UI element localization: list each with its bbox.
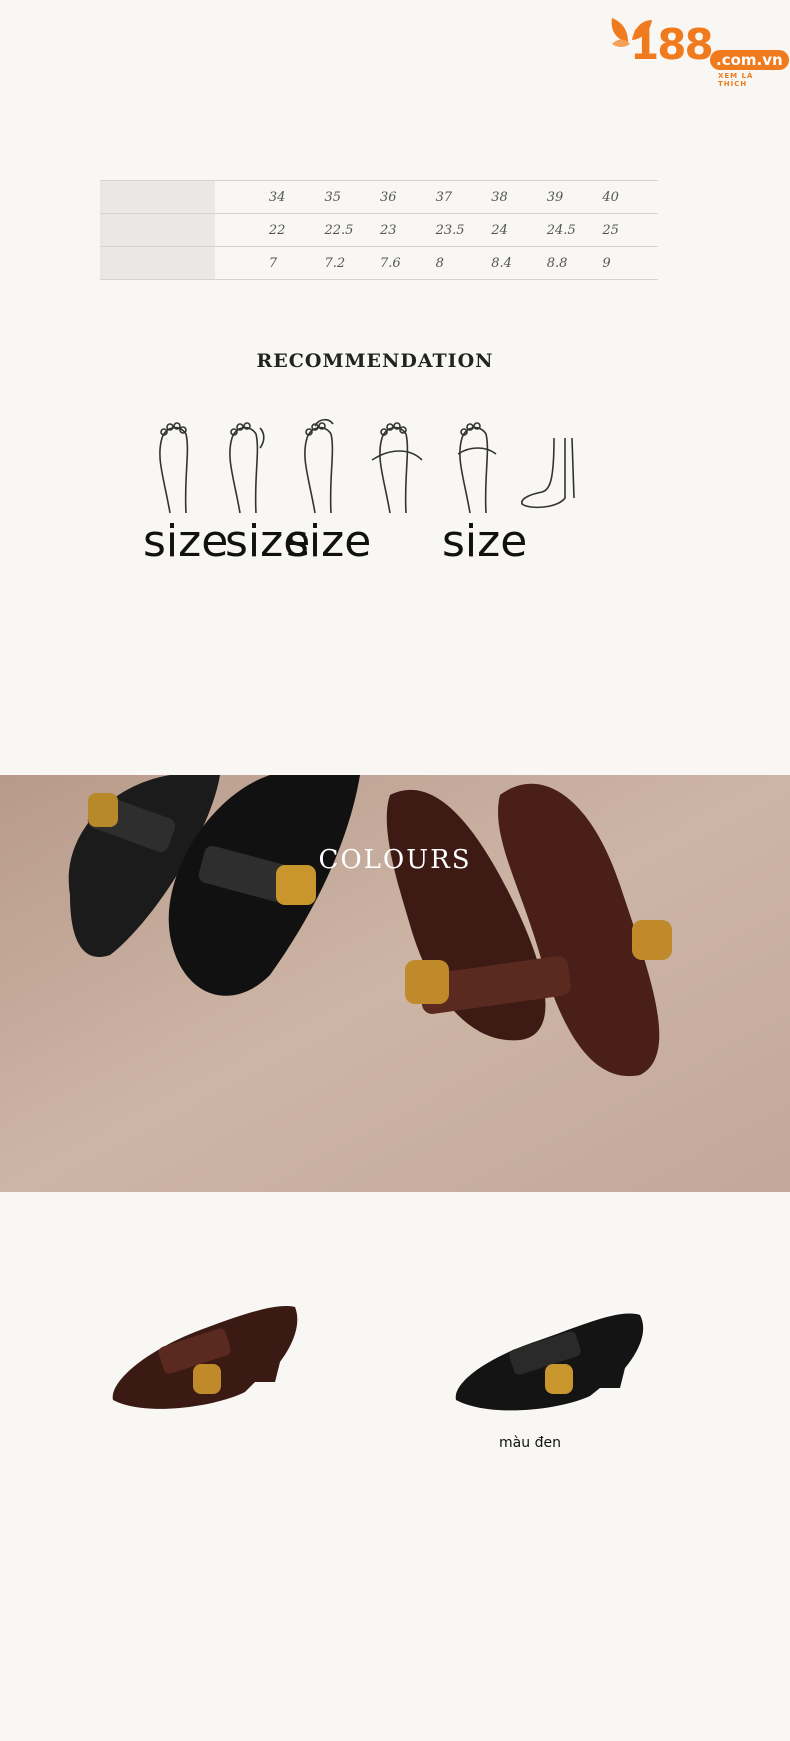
table-cell: 38 (491, 180, 547, 214)
table-cell: 39 (546, 180, 603, 214)
loafer-image (112, 1306, 298, 1409)
table-header-cell (100, 213, 216, 247)
logo-number: 188 (630, 20, 714, 69)
table-cell: 25 (602, 213, 658, 247)
colours-photo (0, 775, 790, 1192)
size-label: size (286, 516, 372, 567)
variant-black[interactable] (450, 1290, 650, 1430)
table-header-cell (100, 180, 216, 214)
table-cell: 40 (602, 180, 658, 214)
loafer-image (455, 1313, 644, 1411)
table-row: 22 22.5 23 23.5 24 24.5 25 (100, 213, 658, 247)
table-cell: 24.5 (546, 213, 603, 247)
table-cell: 8.4 (491, 246, 547, 280)
variant-label: màu đen (499, 1435, 561, 1451)
colours-title: COLOURS (318, 845, 472, 875)
table-row: 7 7.2 7.6 8 8.4 8.8 9 (100, 246, 658, 280)
table-cell: 8 (435, 246, 492, 280)
size-table: 34 35 36 37 38 39 40 22 22.5 23 23.5 24 … (100, 180, 658, 280)
site-logo[interactable]: 188 .com.vn XEM LÀ THÍCH (606, 12, 789, 88)
table-cell: 37 (435, 180, 492, 214)
table-cell: 23.5 (435, 213, 492, 247)
foot-shapes-illustration (159, 418, 575, 514)
table-row: 34 35 36 37 38 39 40 (100, 180, 658, 214)
foot-icon (457, 422, 497, 514)
table-cell: 34 (268, 180, 325, 214)
foot-icon (304, 418, 334, 514)
foot-icon (159, 422, 189, 514)
table-cell: 7.6 (380, 246, 436, 280)
table-cell: 7 (268, 246, 325, 280)
table-cell: 7.2 (324, 246, 381, 280)
foot-side-icon (521, 437, 575, 509)
foot-icon (371, 422, 423, 514)
foot-icon (229, 422, 265, 514)
table-header-cell (100, 246, 216, 280)
table-cell: 24 (491, 213, 547, 247)
table-cell: 36 (380, 180, 436, 214)
recommendation-title: RECOMMENDATION (256, 350, 494, 372)
table-cell: 22 (268, 213, 325, 247)
table-cell: 23 (380, 213, 436, 247)
logo-tagline: XEM LÀ THÍCH (718, 72, 754, 88)
table-cell: 8.8 (546, 246, 603, 280)
logo-domain: .com.vn (710, 50, 789, 70)
size-label: size (442, 516, 528, 567)
variant-brown[interactable] (105, 1282, 305, 1422)
table-cell: 35 (324, 180, 381, 214)
table-cell: 9 (602, 246, 658, 280)
size-label: size (143, 516, 229, 567)
table-cell: 22.5 (324, 213, 381, 247)
